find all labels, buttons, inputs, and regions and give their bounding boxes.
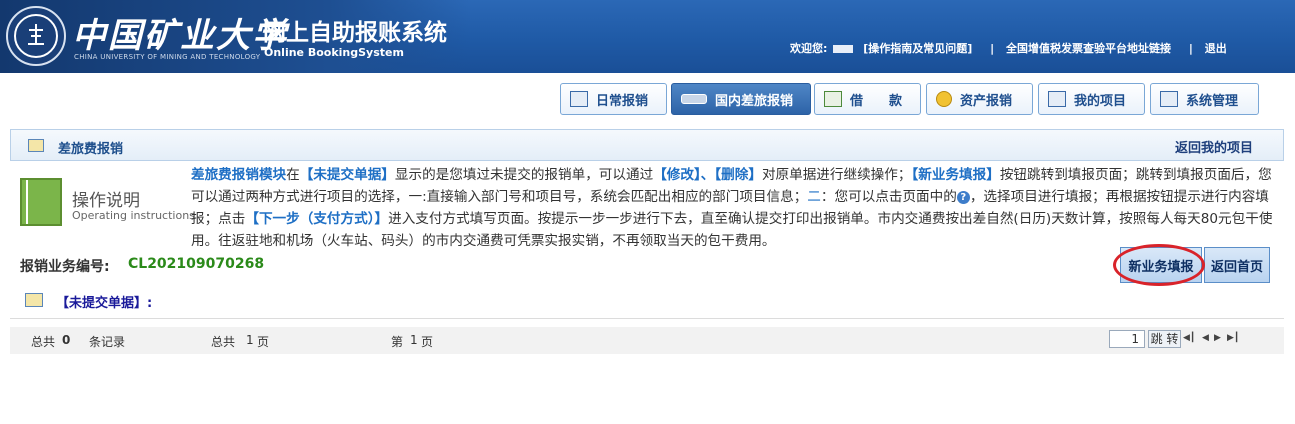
tab-system-management[interactable]: 系统管理: [1150, 83, 1259, 115]
train-icon: [681, 94, 707, 104]
back-to-projects-link[interactable]: 返回我的项目: [1175, 137, 1253, 156]
tab-label: 日常报销: [596, 93, 649, 109]
vat-check-link[interactable]: 全国增值税发票查验平台地址链接: [1006, 42, 1171, 55]
divider: [10, 318, 1284, 319]
total-records-label: 总共: [31, 335, 56, 349]
logout-link[interactable]: 退出: [1205, 42, 1227, 55]
instructions-subtitle: Operating instructions: [72, 209, 195, 222]
jump-button[interactable]: 跳 转: [1148, 330, 1181, 348]
ins-seg: 对原单据进行继续操作；: [761, 167, 912, 183]
university-logo-icon: [6, 6, 66, 66]
serial-number-label: 报销业务编号:: [20, 259, 110, 275]
guide-link[interactable]: [操作指南及常见问题]: [863, 42, 972, 55]
help-icon: ?: [956, 191, 970, 204]
instructions-text: 差旅费报销模块在【未提交单据】显示的是您填过未提交的报销单，可以通过【修改】、【…: [191, 164, 1276, 252]
return-home-button[interactable]: 返回首页: [1204, 247, 1270, 283]
logo-emblem: [28, 24, 44, 45]
instructions-title: 操作说明: [72, 191, 140, 211]
ins-seg: ：您可以点击页面中的: [820, 189, 957, 205]
book-icon: [20, 178, 62, 226]
tab-label: 资产报销: [960, 93, 1013, 109]
last-page-icon[interactable]: ▶┃: [1227, 333, 1239, 343]
tab-my-projects[interactable]: 我的项目: [1038, 83, 1145, 115]
next-page-icon[interactable]: ▶: [1214, 333, 1221, 343]
total-records-value: 0: [62, 333, 71, 347]
unsubmitted-label: 【未提交单据】:: [56, 296, 153, 311]
separator: |: [990, 42, 995, 55]
records-unit: 条记录: [89, 335, 126, 349]
document-icon: [570, 91, 588, 107]
tab-label: 系统管理: [1186, 93, 1239, 109]
tab-daily-reimbursement[interactable]: 日常报销: [560, 83, 667, 115]
tab-label: 我的项目: [1074, 93, 1127, 109]
current-page-unit: 页: [421, 335, 434, 349]
university-name-en: CHINA UNIVERSITY OF MINING AND TECHNOLOG…: [74, 53, 261, 61]
loan-icon: [824, 91, 842, 107]
pagination-bar: 总共 0 条记录 总共 1 页 第 1 页 1 跳 转 ◀┃ ◀ ▶ ▶┃: [10, 327, 1284, 354]
new-business-button[interactable]: 新业务填报: [1120, 247, 1202, 283]
form-icon: [28, 139, 44, 152]
ins-seg: 二: [807, 189, 821, 205]
section-header: 差旅费报销 返回我的项目: [10, 129, 1284, 161]
page-number-input[interactable]: 1: [1109, 330, 1145, 348]
current-page-label: 第: [391, 335, 404, 349]
list-icon: [1048, 91, 1066, 107]
system-subtitle: Online BookingSystem: [264, 46, 404, 59]
ins-seg: 在: [286, 167, 300, 183]
tab-asset-reimbursement[interactable]: 资产报销: [926, 83, 1033, 115]
coins-icon: [936, 91, 952, 107]
separator: |: [1188, 42, 1193, 55]
university-name: 中国矿业大学: [72, 16, 288, 56]
serial-number-value: CL202109070268: [128, 256, 265, 272]
tab-label: 借 款: [850, 93, 903, 109]
tab-domestic-travel[interactable]: 国内差旅报销: [671, 83, 811, 115]
ins-seg: 【未提交单据】: [299, 167, 395, 183]
page-unit: 页: [257, 335, 270, 349]
username-redacted: [833, 45, 854, 53]
section-title: 差旅费报销: [58, 142, 124, 157]
first-page-icon[interactable]: ◀┃: [1183, 333, 1195, 343]
total-pages-label: 总共: [211, 335, 236, 349]
ins-seg: 显示的是您填过未提交的报销单，可以通过: [394, 167, 654, 183]
ins-seg: 差旅费报销模块: [191, 167, 287, 183]
top-links: 欢迎您: [操作指南及常见问题] | 全国增值税发票查验平台地址链接 | 退出: [790, 40, 1233, 56]
current-page-value: 1: [410, 333, 418, 347]
ins-seg: 【下一步（支付方式）】: [245, 211, 389, 227]
form-icon: [25, 293, 43, 307]
system-title: 网上自助报账系统: [263, 20, 447, 46]
welcome-label: 欢迎您:: [790, 42, 828, 55]
prev-page-icon[interactable]: ◀: [1202, 333, 1209, 343]
ins-seg: 【新业务填报】: [911, 167, 1000, 183]
tab-label: 国内差旅报销: [715, 93, 794, 109]
settings-icon: [1160, 91, 1178, 107]
tab-loan[interactable]: 借 款: [814, 83, 921, 115]
total-pages-value: 1: [246, 333, 254, 347]
ins-seg: 【修改】、【删除】: [653, 167, 762, 183]
header-banner: 中国矿业大学 CHINA UNIVERSITY OF MINING AND TE…: [0, 0, 1295, 73]
